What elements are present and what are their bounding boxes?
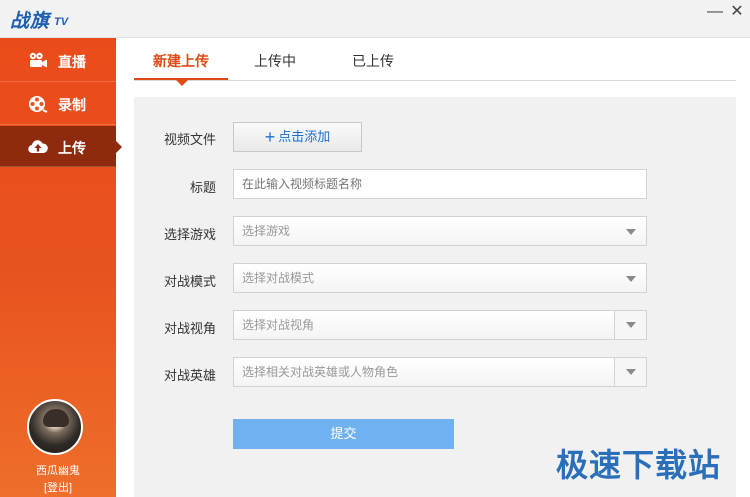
sidebar-item-live[interactable]: 直播 <box>0 40 116 82</box>
submit-button[interactable]: 提交 <box>233 419 454 449</box>
title-input[interactable] <box>233 169 647 199</box>
game-select-value: 选择游戏 <box>242 224 291 238</box>
add-video-button[interactable]: + 点击添加 <box>233 122 362 152</box>
sidebar-item-label: 上传 <box>58 140 86 156</box>
view-label: 对战视角 <box>163 321 216 336</box>
sidebar-item-label: 直播 <box>58 54 86 70</box>
app-logo: 战旗 TV <box>10 2 80 34</box>
minimize-button[interactable]: — <box>705 2 725 22</box>
view-dropdown-toggle[interactable] <box>614 311 646 339</box>
mode-select-value: 选择对战模式 <box>242 271 315 285</box>
game-select[interactable]: 选择游戏 <box>233 216 647 246</box>
watermark: 极速下载站 <box>556 447 722 483</box>
tab-uploading[interactable]: 上传中 <box>240 46 310 80</box>
close-button[interactable]: ✕ <box>727 2 747 22</box>
avatar[interactable] <box>27 399 83 455</box>
sidebar-item-upload[interactable]: 上传 <box>0 126 122 167</box>
chevron-down-icon <box>626 369 636 375</box>
tab-new-upload[interactable]: 新建上传 <box>134 46 228 86</box>
sidebar-item-label: 录制 <box>58 97 86 113</box>
title-label: 标题 <box>189 180 216 195</box>
logo-tv: TV <box>54 16 69 28</box>
logo-text: 战旗 <box>10 11 51 32</box>
username: 西瓜幽鬼 <box>36 465 80 477</box>
plus-icon: + <box>264 127 276 147</box>
sidebar-item-record[interactable]: 录制 <box>0 83 116 125</box>
hero-select-value: 选择相关对战英雄或人物角色 <box>242 365 399 379</box>
video-camera-icon <box>29 52 47 68</box>
hero-select[interactable]: 选择相关对战英雄或人物角色 <box>233 357 647 387</box>
chevron-down-icon <box>626 276 636 282</box>
upload-tabs: 新建上传 上传中 已上传 <box>134 46 736 86</box>
hero-dropdown-toggle[interactable] <box>614 358 646 386</box>
cloud-upload-icon <box>28 140 48 154</box>
chevron-down-icon <box>626 229 636 235</box>
view-select-value: 选择对战视角 <box>242 318 315 332</box>
mode-select[interactable]: 选择对战模式 <box>233 263 647 293</box>
title-bar: 战旗 TV — ✕ <box>0 0 750 38</box>
film-reel-icon <box>29 96 48 113</box>
chevron-down-icon <box>626 322 636 328</box>
logout-link[interactable]: [登出] <box>0 479 116 495</box>
add-video-label: 点击添加 <box>278 129 331 144</box>
tab-uploaded[interactable]: 已上传 <box>338 46 408 80</box>
game-label: 选择游戏 <box>163 227 216 242</box>
hero-label: 对战英雄 <box>163 368 216 383</box>
video-file-label: 视频文件 <box>163 132 216 147</box>
view-select[interactable]: 选择对战视角 <box>233 310 647 340</box>
mode-label: 对战模式 <box>163 274 216 289</box>
sidebar: 直播 录制 上传 西瓜幽鬼 [登出] <box>0 38 122 497</box>
